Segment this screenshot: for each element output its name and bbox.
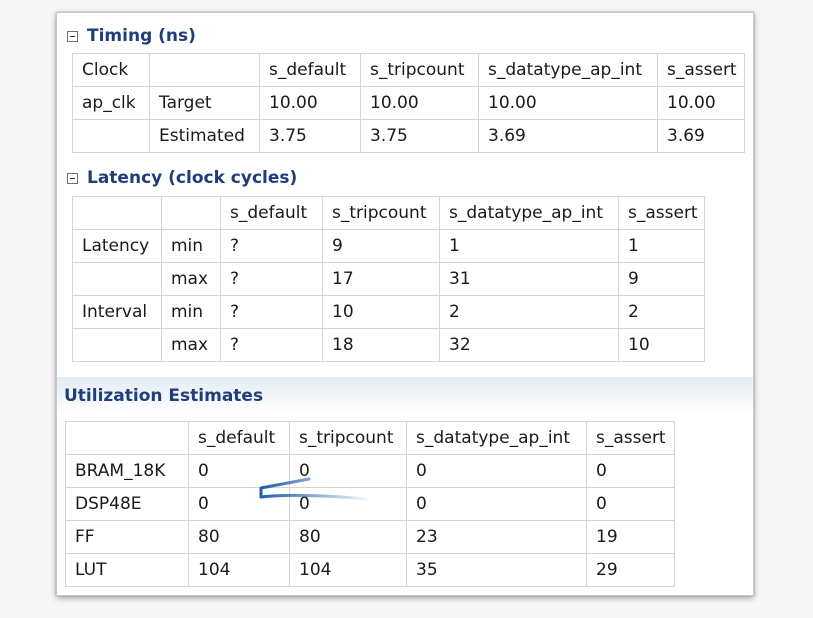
table-cell: s_default bbox=[188, 421, 290, 455]
table-cell bbox=[72, 119, 150, 153]
table-cell: 9 bbox=[618, 262, 705, 296]
table-cell: 17 bbox=[322, 262, 440, 296]
table-cell: 0 bbox=[586, 454, 675, 488]
table-cell: s_tripcount bbox=[289, 421, 407, 455]
table-header-row: Clock s_default s_tripcount s_datatype_a… bbox=[72, 53, 745, 87]
table-cell: s_assert bbox=[586, 421, 675, 455]
table-row: max ? 18 32 10 bbox=[72, 328, 705, 362]
table-cell: 2 bbox=[439, 295, 619, 329]
table-cell: ? bbox=[220, 229, 323, 263]
table-cell: 10.00 bbox=[360, 86, 479, 120]
table-cell: min bbox=[161, 295, 221, 329]
table-cell: 10.00 bbox=[657, 86, 745, 120]
table-cell: 32 bbox=[439, 328, 619, 362]
table-cell: 23 bbox=[406, 520, 587, 554]
timing-section-header[interactable]: Timing (ns) bbox=[67, 26, 196, 46]
table-cell: 19 bbox=[586, 520, 675, 554]
table-row: Latency min ? 9 1 1 bbox=[72, 229, 705, 263]
table-cell: ? bbox=[220, 262, 323, 296]
table-cell: 0 bbox=[406, 454, 587, 488]
table-cell: max bbox=[161, 328, 221, 362]
table-cell: 1 bbox=[618, 229, 705, 263]
table-cell: 0 bbox=[406, 487, 587, 521]
table-cell: s_datatype_ap_int bbox=[478, 53, 658, 87]
report-panel: Timing (ns) Clock s_default s_tripcount … bbox=[56, 12, 754, 596]
table-header-row: s_default s_tripcount s_datatype_ap_int … bbox=[72, 196, 705, 230]
table-cell: 80 bbox=[188, 520, 290, 554]
table-cell: s_datatype_ap_int bbox=[406, 421, 587, 455]
latency-section-header[interactable]: Latency (clock cycles) bbox=[67, 168, 297, 188]
collapse-icon[interactable] bbox=[67, 30, 78, 42]
table-cell: 10 bbox=[322, 295, 440, 329]
table-cell: s_datatype_ap_int bbox=[439, 196, 619, 230]
latency-table: s_default s_tripcount s_datatype_ap_int … bbox=[72, 196, 705, 362]
table-cell: s_assert bbox=[657, 53, 745, 87]
table-cell: FF bbox=[65, 520, 189, 554]
table-cell: ? bbox=[220, 328, 323, 362]
collapse-icon[interactable] bbox=[67, 172, 78, 184]
table-cell: 104 bbox=[188, 553, 290, 587]
table-cell bbox=[65, 421, 189, 455]
pen-annotation bbox=[259, 477, 369, 501]
table-cell: DSP48E bbox=[65, 487, 189, 521]
table-header-row: s_default s_tripcount s_datatype_ap_int … bbox=[65, 421, 675, 455]
table-cell: Target bbox=[149, 86, 260, 120]
table-cell: 0 bbox=[586, 487, 675, 521]
utilization-title: Utilization Estimates bbox=[64, 386, 264, 406]
table-cell: LUT bbox=[65, 553, 189, 587]
table-cell: ap_clk bbox=[72, 86, 150, 120]
table-cell: 9 bbox=[322, 229, 440, 263]
table-cell: 80 bbox=[289, 520, 407, 554]
table-cell: Interval bbox=[72, 295, 162, 329]
table-cell: s_tripcount bbox=[322, 196, 440, 230]
table-cell: 2 bbox=[618, 295, 705, 329]
table-cell: 31 bbox=[439, 262, 619, 296]
table-cell: 10 bbox=[618, 328, 705, 362]
table-row: ap_clk Target 10.00 10.00 10.00 10.00 bbox=[72, 86, 745, 120]
table-cell: 3.75 bbox=[259, 119, 361, 153]
table-row: FF 80 80 23 19 bbox=[65, 520, 675, 554]
table-cell: s_assert bbox=[618, 196, 705, 230]
table-cell bbox=[72, 262, 162, 296]
table-cell bbox=[72, 196, 162, 230]
table-cell: s_default bbox=[220, 196, 323, 230]
timing-title: Timing (ns) bbox=[87, 26, 196, 46]
table-cell bbox=[149, 53, 260, 87]
table-cell: 35 bbox=[406, 553, 587, 587]
table-cell: Latency bbox=[72, 229, 162, 263]
table-row: LUT 104 104 35 29 bbox=[65, 553, 675, 587]
table-cell: max bbox=[161, 262, 221, 296]
table-cell: 10.00 bbox=[259, 86, 361, 120]
table-cell bbox=[72, 328, 162, 362]
table-row: Interval min ? 10 2 2 bbox=[72, 295, 705, 329]
table-cell: ? bbox=[220, 295, 323, 329]
table-cell: 10.00 bbox=[478, 86, 658, 120]
table-cell: 1 bbox=[439, 229, 619, 263]
table-cell: s_default bbox=[259, 53, 361, 87]
table-cell: BRAM_18K bbox=[65, 454, 189, 488]
table-cell: 104 bbox=[289, 553, 407, 587]
table-cell: min bbox=[161, 229, 221, 263]
table-cell: s_tripcount bbox=[360, 53, 479, 87]
table-cell: 18 bbox=[322, 328, 440, 362]
timing-table: Clock s_default s_tripcount s_datatype_a… bbox=[72, 53, 745, 153]
table-cell bbox=[161, 196, 221, 230]
table-row: Estimated 3.75 3.75 3.69 3.69 bbox=[72, 119, 745, 153]
table-cell: 29 bbox=[586, 553, 675, 587]
table-cell: 3.69 bbox=[478, 119, 658, 153]
latency-title: Latency (clock cycles) bbox=[87, 168, 298, 188]
table-cell: Clock bbox=[72, 53, 150, 87]
table-cell: 3.69 bbox=[657, 119, 745, 153]
table-cell: 3.75 bbox=[360, 119, 479, 153]
table-row: max ? 17 31 9 bbox=[72, 262, 705, 296]
table-cell: Estimated bbox=[149, 119, 260, 153]
